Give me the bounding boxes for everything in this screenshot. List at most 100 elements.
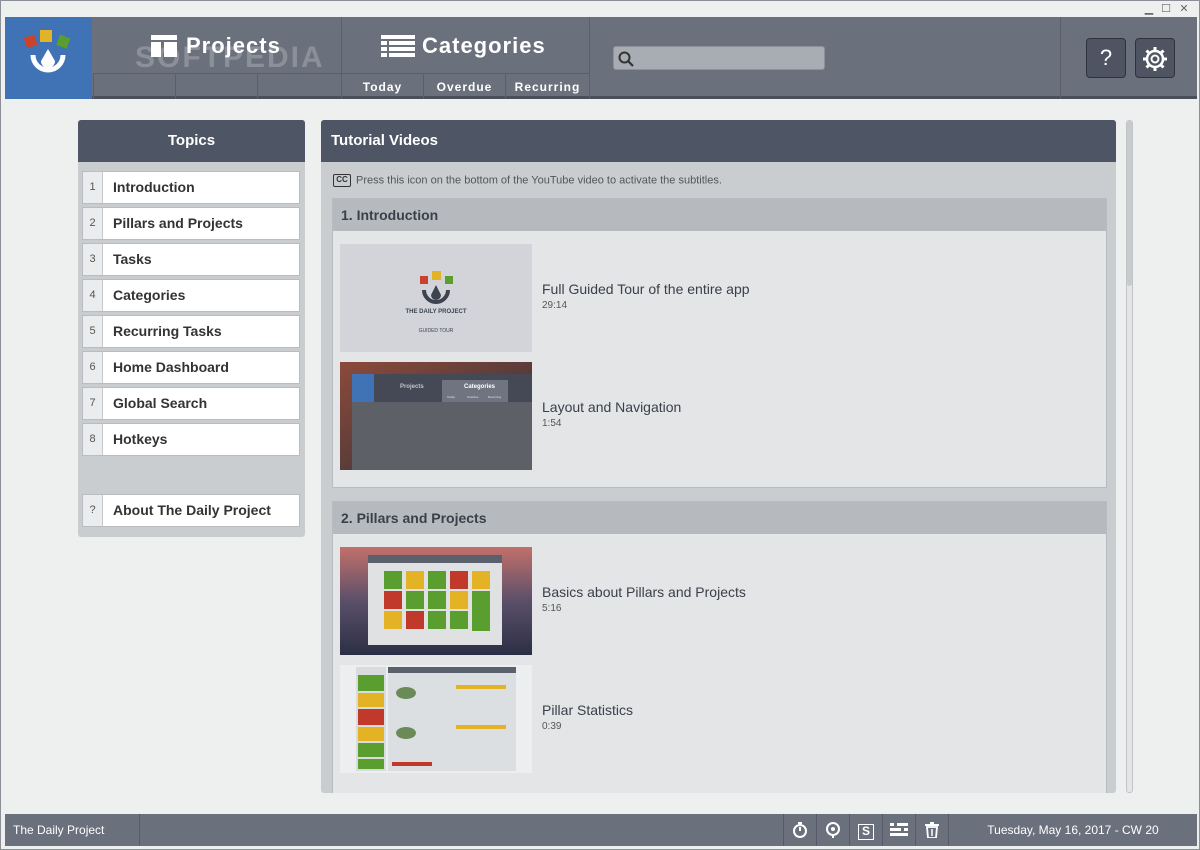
stopwatch-icon [793,822,807,838]
topic-number: 2 [83,208,103,239]
topic-hotkeys[interactable]: 8 Hotkeys [82,423,300,456]
topic-label: Global Search [113,395,208,411]
topic-label: Hotkeys [113,431,168,447]
topic-home-dashboard[interactable]: 6 Home Dashboard [82,351,300,384]
video-duration: 5:16 [542,603,562,614]
timer-button[interactable] [783,814,816,846]
video-item[interactable]: Projects Categories Today Overdue Recurr… [340,362,1040,470]
topic-categories[interactable]: 4 Categories [82,279,300,312]
section-title: 1. Introduction [333,199,1106,231]
pillars-thumbnail-art [340,547,532,655]
title-bar: ▁ ☐ ✕ [1,1,1199,17]
topic-label: Categories [113,287,186,303]
layout-thumbnail-art [340,362,532,470]
thumbnail-subtitle: GUIDED TOUR [418,328,454,334]
topics-panel: Topics 1 Introduction 2 Pillars and Projec… [78,120,305,537]
minimize-button[interactable]: ▁ [1142,2,1156,16]
video-title[interactable]: Full Guided Tour of the entire app [542,281,750,297]
categories-label: Categories [422,33,546,58]
trash-button[interactable] [915,814,948,846]
topic-number: 5 [83,316,103,347]
tutorial-videos-title: Tutorial Videos [321,120,1116,162]
thumbnail-subtab-today: Today [447,395,456,399]
video-thumbnail[interactable]: Projects Categories Today Overdue Recurr… [340,362,532,470]
statistics-thumbnail-art [340,665,532,773]
app-logo-icon [23,30,71,73]
subtab-today[interactable]: Today [341,73,423,99]
gear-icon [1143,47,1167,71]
scrollbar-thumb[interactable] [1127,121,1132,286]
settings-button[interactable] [1135,38,1175,78]
maximize-button[interactable]: ☐ [1159,2,1173,16]
video-title[interactable]: Basics about Pillars and Projects [542,584,746,600]
search-input[interactable] [638,49,820,67]
tab-categories[interactable]: Categories [341,17,589,73]
section-pillars-and-projects: 2. Pillars and Projects Basics about Pil… [332,501,1107,793]
projects-subtab-slot [257,73,341,99]
topic-pillars-and-projects[interactable]: 2 Pillars and Projects [82,207,300,240]
trash-icon [925,822,939,839]
categories-icon [381,35,415,57]
list-settings-button[interactable] [882,814,915,846]
list-settings-icon [890,822,908,836]
video-title[interactable]: Layout and Navigation [542,399,681,415]
topic-label: Recurring Tasks [113,323,222,339]
app-header: SOFTPEDIA Projects Categories Today Over… [5,17,1197,99]
help-icon: ? [1099,45,1113,70]
s-button[interactable]: S [849,814,882,846]
thumbnail-subtab-recurring: Recurring [488,395,502,399]
video-title[interactable]: Pillar Statistics [542,702,633,718]
cc-icon: CC [333,174,351,187]
subtitle-hint-text: Press this icon on the bottom of the You… [356,174,722,187]
projects-icon [151,35,177,57]
search-box[interactable] [613,46,825,70]
thumbnail-subtab-overdue: Overdue [467,395,479,399]
topic-number: 7 [83,388,103,419]
guided-tour-thumbnail-art [340,244,532,352]
topic-introduction[interactable]: 1 Introduction [82,171,300,204]
close-button[interactable]: ✕ [1177,2,1191,16]
topic-number: 8 [83,424,103,455]
topic-number: 1 [83,172,103,203]
topic-recurring-tasks[interactable]: 5 Recurring Tasks [82,315,300,348]
video-thumbnail[interactable] [340,547,532,655]
thumbnail-brand: THE DAILY PROJECT [405,309,467,315]
tab-projects[interactable]: Projects [93,17,341,73]
topics-title: Topics [78,120,305,162]
video-item[interactable]: THE DAILY PROJECT GUIDED TOUR Full Guide… [340,244,1040,352]
pin-button[interactable] [816,814,849,846]
home-logo-button[interactable] [5,17,92,99]
video-item[interactable]: Pillar Statistics 0:39 [340,665,1040,773]
subtab-recurring[interactable]: Recurring [505,73,589,99]
projects-subtab-slot [93,73,175,99]
subtab-overdue[interactable]: Overdue [423,73,505,99]
subtitle-hint: CC Press this icon on the bottom of the Y… [333,174,722,190]
video-duration: 0:39 [542,721,562,732]
tutorial-videos-panel: Tutorial Videos CC Press this icon on the… [321,120,1116,793]
topic-number: 6 [83,352,103,383]
header-divider [589,17,590,99]
thumbnail-tab-categories: Categories [464,384,496,390]
status-bar: The Daily Project v.1.0.2 S Tuesday, May… [5,814,1197,846]
section-title: 2. Pillars and Projects [333,502,1106,534]
topic-label: Introduction [113,179,195,195]
thumbnail-tab-projects: Projects [400,384,424,390]
topic-tasks[interactable]: 3 Tasks [82,243,300,276]
topic-about[interactable]: ? About The Daily Project [82,494,300,527]
video-thumbnail[interactable] [340,665,532,773]
topic-global-search[interactable]: 7 Global Search [82,387,300,420]
topic-number: ? [83,495,103,526]
app-version: The Daily Project v.1.0.2 [5,814,140,846]
projects-subtab-slot [175,73,257,99]
topic-label: Tasks [113,251,152,267]
topic-label: About The Daily Project [113,502,271,518]
topic-number: 3 [83,244,103,275]
section-introduction: 1. Introduction THE DAILY PROJECT GUIDED… [332,198,1107,488]
video-thumbnail[interactable]: THE DAILY PROJECT GUIDED TOUR [340,244,532,352]
video-duration: 29:14 [542,300,568,311]
main-scrollbar[interactable] [1126,120,1133,793]
current-date: Tuesday, May 16, 2017 - CW 20 [948,814,1197,846]
help-button[interactable]: ? [1086,38,1126,78]
search-icon [618,51,634,67]
video-item[interactable]: Basics about Pillars and Projects 5:16 [340,547,1040,655]
